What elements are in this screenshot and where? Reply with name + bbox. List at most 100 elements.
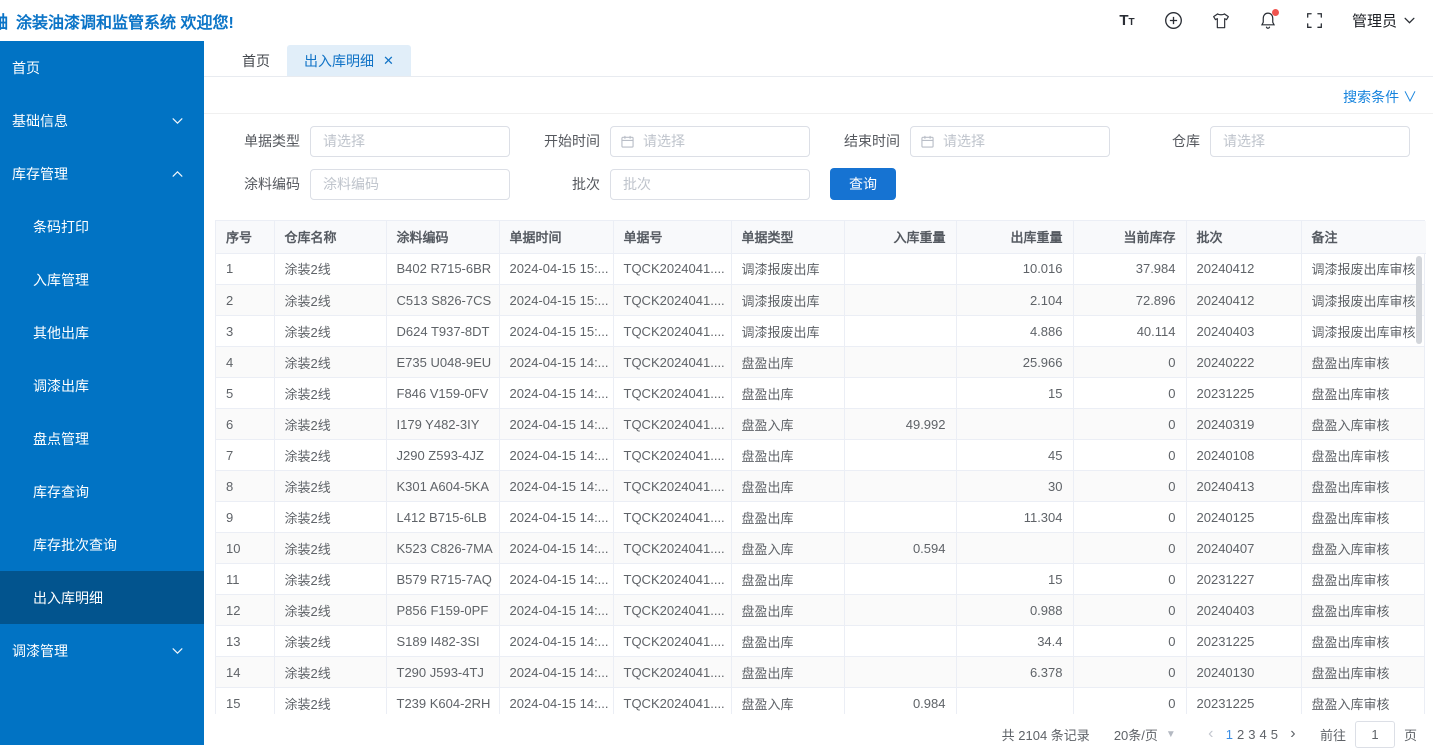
column-header-in-weight: 入库重量 xyxy=(844,221,956,253)
search-conditions-toggle[interactable]: 搜索条件 ∨ xyxy=(1343,89,1417,105)
cell-batch: 20240125 xyxy=(1186,502,1301,533)
sidebar-item-paint-mixing-mgmt[interactable]: 调漆管理 xyxy=(0,624,204,677)
field-box-start-time-picker[interactable] xyxy=(610,126,810,157)
tab-home[interactable]: 首页 xyxy=(225,45,287,76)
cell-in-weight xyxy=(844,285,956,316)
calendar-icon xyxy=(921,135,934,148)
font-size-icon[interactable]: TT xyxy=(1117,11,1137,31)
tab-close-icon[interactable]: ✕ xyxy=(383,54,394,67)
page-number-2[interactable]: 2 xyxy=(1235,727,1246,742)
goto-page-input[interactable] xyxy=(1355,721,1395,748)
cell-warehouse: 涂装2线 xyxy=(274,285,386,316)
cell-current-stock: 0 xyxy=(1073,533,1186,564)
field-box-warehouse-select[interactable] xyxy=(1210,126,1410,157)
input-start-time-picker[interactable] xyxy=(641,132,799,150)
page-number-5[interactable]: 5 xyxy=(1269,727,1280,742)
cell-in-weight xyxy=(844,471,956,502)
cell-doc-time: 2024-04-15 15:... xyxy=(499,254,613,285)
input-warehouse-select[interactable] xyxy=(1221,132,1399,150)
table-row[interactable]: 10涂装2线K523 C826-7MA2024-04-15 14:...TQCK… xyxy=(216,533,1424,564)
bell-icon[interactable] xyxy=(1258,11,1278,31)
table-row[interactable]: 9涂装2线L412 B715-6LB2024-04-15 14:...TQCK2… xyxy=(216,502,1424,533)
sidebar-item-inout-detail[interactable]: 出入库明细 xyxy=(0,571,204,624)
cell-current-stock: 0 xyxy=(1073,440,1186,471)
app-title: 涂装油漆调和监管系统 欢迎您! xyxy=(16,9,234,33)
query-button[interactable]: 查询 xyxy=(830,168,896,200)
cell-current-stock: 0 xyxy=(1073,502,1186,533)
sidebar-item-inventory-mgmt[interactable]: 库存管理 xyxy=(0,147,204,200)
user-menu[interactable]: 管理员 xyxy=(1352,10,1415,31)
table-row[interactable]: 2涂装2线C513 S826-7CS2024-04-15 15:...TQCK2… xyxy=(216,285,1424,316)
cell-paint-code: T290 J593-4TJ xyxy=(386,657,499,688)
cell-current-stock: 0 xyxy=(1073,378,1186,409)
page-number-4[interactable]: 4 xyxy=(1258,727,1269,742)
cell-remark: 盘盈出库审核 xyxy=(1301,378,1424,409)
sidebar-item-barcode-print[interactable]: 条码打印 xyxy=(0,200,204,253)
table-row[interactable]: 8涂装2线K301 A604-5KA2024-04-15 14:...TQCK2… xyxy=(216,471,1424,502)
next-page-button[interactable]: › xyxy=(1280,725,1306,743)
table-row[interactable]: 14涂装2线T290 J593-4TJ2024-04-15 14:...TQCK… xyxy=(216,657,1424,688)
sidebar-item-basic-info[interactable]: 基础信息 xyxy=(0,94,204,147)
sidebar-item-inventory-batch-query[interactable]: 库存批次查询 xyxy=(0,518,204,571)
cell-batch: 20240412 xyxy=(1186,285,1301,316)
sidebar-item-inbound-mgmt[interactable]: 入库管理 xyxy=(0,253,204,306)
top-bar: 鼬 涂装油漆调和监管系统 欢迎您! TT xyxy=(0,0,1433,41)
table-row[interactable]: 12涂装2线P856 F159-0PF2024-04-15 14:...TQCK… xyxy=(216,595,1424,626)
sidebar-item-paint-outbound[interactable]: 调漆出库 xyxy=(0,359,204,412)
cell-doc-type: 调漆报废出库 xyxy=(731,285,844,316)
input-paint-code-input[interactable] xyxy=(321,175,499,193)
field-box-batch-input[interactable] xyxy=(610,169,810,200)
table-row[interactable]: 6涂装2线I179 Y482-3IY2024-04-15 14:...TQCK2… xyxy=(216,409,1424,440)
table-row[interactable]: 15涂装2线T239 K604-2RH2024-04-15 14:...TQCK… xyxy=(216,688,1424,714)
field-box-paint-code-input[interactable] xyxy=(310,169,510,200)
cell-paint-code: F846 V159-0FV xyxy=(386,378,499,409)
cell-doc-no: TQCK2024041.... xyxy=(613,626,731,657)
cell-doc-type: 调漆报废出库 xyxy=(731,316,844,347)
field-label: 批次 xyxy=(520,174,610,194)
table-row[interactable]: 4涂装2线E735 U048-9EU2024-04-15 14:...TQCK2… xyxy=(216,347,1424,378)
page-number-1[interactable]: 1 xyxy=(1224,727,1235,742)
tab-inout-detail[interactable]: 出入库明细✕ xyxy=(287,45,411,76)
sidebar-item-other-outbound[interactable]: 其他出库 xyxy=(0,306,204,359)
table-row[interactable]: 13涂装2线S189 I482-3SI2024-04-15 14:...TQCK… xyxy=(216,626,1424,657)
cell-batch: 20231225 xyxy=(1186,688,1301,714)
cell-doc-time: 2024-04-15 14:... xyxy=(499,533,613,564)
input-end-time-picker[interactable] xyxy=(941,132,1099,150)
cell-current-stock: 0 xyxy=(1073,564,1186,595)
table-row[interactable]: 1涂装2线B402 R715-6BR2024-04-15 15:...TQCK2… xyxy=(216,254,1424,285)
table-row[interactable]: 11涂装2线B579 R715-7AQ2024-04-15 14:...TQCK… xyxy=(216,564,1424,595)
table-row[interactable]: 5涂装2线F846 V159-0FV2024-04-15 14:...TQCK2… xyxy=(216,378,1424,409)
sidebar-item-home[interactable]: 首页 xyxy=(0,41,204,94)
column-header-doc-type: 单据类型 xyxy=(731,221,844,253)
table-row[interactable]: 3涂装2线D624 T937-8DT2024-04-15 15:...TQCK2… xyxy=(216,316,1424,347)
sidebar-item-inventory-query[interactable]: 库存查询 xyxy=(0,465,204,518)
sidebar: 首页基础信息库存管理条码打印入库管理其他出库调漆出库盘点管理库存查询库存批次查询… xyxy=(0,41,204,745)
cell-batch: 20240407 xyxy=(1186,533,1301,564)
field-box-doc-type-select[interactable] xyxy=(310,126,510,157)
cell-doc-type: 盘盈出库 xyxy=(731,471,844,502)
page-number-3[interactable]: 3 xyxy=(1246,727,1257,742)
field-box-end-time-picker[interactable] xyxy=(910,126,1110,157)
cell-remark: 调漆报废出库审核 xyxy=(1301,285,1424,316)
chevron-up-icon xyxy=(172,170,183,177)
sidebar-item-stocktake-mgmt[interactable]: 盘点管理 xyxy=(0,412,204,465)
input-batch-input[interactable] xyxy=(621,175,799,193)
search-field-doc-type-select: 单据类型 xyxy=(220,126,520,157)
table-scrollbar[interactable] xyxy=(1416,256,1422,344)
cell-doc-type: 盘盈入库 xyxy=(731,688,844,714)
records-table: 序号仓库名称涂料编码单据时间单据号单据类型入库重量出库重量当前库存批次备注 1涂… xyxy=(215,220,1425,714)
cell-in-weight: 0.984 xyxy=(844,688,956,714)
cell-current-stock: 72.896 xyxy=(1073,285,1186,316)
prev-page-button[interactable]: ‹ xyxy=(1198,725,1224,743)
input-doc-type-select[interactable] xyxy=(321,132,499,150)
page-size-select[interactable]: 20条/页 ▼ xyxy=(1114,725,1176,744)
cell-current-stock: 0 xyxy=(1073,347,1186,378)
field-label: 单据类型 xyxy=(220,131,310,151)
theme-shirt-icon[interactable] xyxy=(1211,11,1231,31)
cell-batch: 20240222 xyxy=(1186,347,1301,378)
table-row[interactable]: 7涂装2线J290 Z593-4JZ2024-04-15 14:...TQCK2… xyxy=(216,440,1424,471)
fullscreen-icon[interactable] xyxy=(1305,11,1325,31)
circle-plus-icon[interactable] xyxy=(1164,11,1184,31)
field-label: 涂料编码 xyxy=(220,174,310,194)
sidebar-item-label: 调漆出库 xyxy=(33,376,89,396)
